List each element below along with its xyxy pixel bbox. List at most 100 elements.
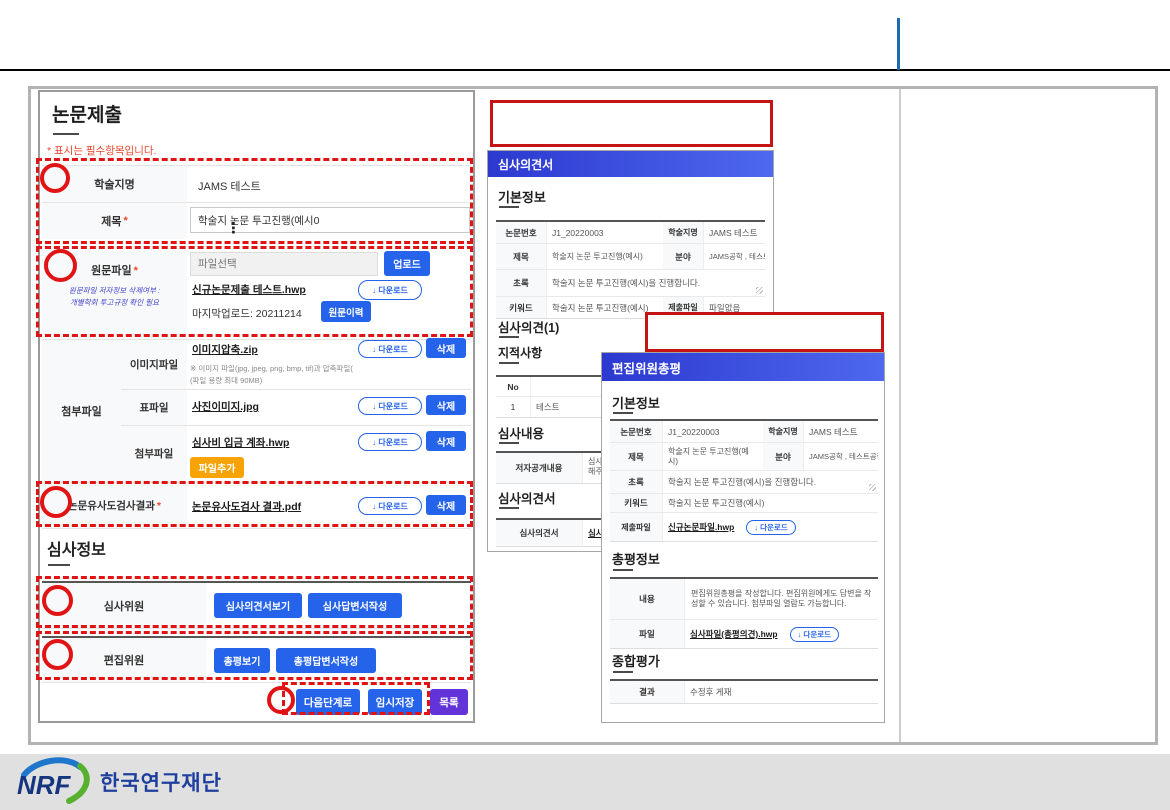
view-review-opinion-button[interactable]: 심사의견서보기	[214, 593, 302, 618]
submit-file-cell: 신규논문파일.hwp ↓ 다운로드	[663, 513, 878, 541]
required-mark: *	[157, 500, 161, 512]
submit-file-link[interactable]: 신규논문파일.hwp	[668, 521, 734, 533]
image-file-link[interactable]: 이미지압축.zip	[192, 342, 258, 357]
section-underline	[499, 442, 519, 444]
temp-save-button[interactable]: 임시저장	[368, 689, 422, 715]
download-button[interactable]: ↓ 다운로드	[358, 433, 422, 451]
paper-no-label: 논문번호	[610, 421, 663, 442]
delete-button[interactable]: 삭제	[426, 495, 466, 515]
nrf-logo-mark: NRF	[14, 757, 96, 807]
download-button[interactable]: ↓ 다운로드	[358, 280, 422, 300]
delete-button[interactable]: 삭제	[426, 338, 466, 358]
review-content-title: 심사내용	[498, 423, 544, 442]
eval-result-value: 수정후 게재	[685, 681, 878, 703]
review-info-title: 심사정보	[47, 536, 106, 560]
table-file-label: 표파일	[121, 389, 187, 425]
field-label: 분야	[663, 244, 704, 269]
abstract-value-cell: 학술지 논문 투고진행(예시)을 진행합니다.	[663, 471, 878, 493]
basic-info-table: 논문번호 J1_20220003 학술지명 JAMS 테스트 제목 학술지 논문…	[610, 419, 878, 542]
write-review-reply-button[interactable]: 심사답변서작성	[308, 593, 402, 618]
download-button[interactable]: ↓ 다운로드	[358, 397, 422, 415]
basic-info-title: 기본정보	[612, 393, 660, 412]
delete-button[interactable]: 삭제	[426, 431, 466, 451]
download-button[interactable]: ↓ 다운로드	[746, 520, 795, 535]
table-row: 제목 학술지 논문 투고진행(예시) 분야 JAMS공학 , 테스트공학	[496, 244, 765, 270]
abstract-value: 학술지 논문 투고진행(예시)을 진행합니다.	[552, 277, 700, 289]
last-upload-date: 마지막업로드: 20211214	[192, 306, 302, 321]
opinion-doc-label: 심사의견서	[496, 520, 583, 546]
opinion-doc-title: 심사의견서	[498, 488, 556, 507]
attach-file-link[interactable]: 심사비 입금 계좌.hwp	[192, 435, 289, 450]
original-file-note-line1: 원문파일 저자정보 삭제여부 :	[46, 285, 183, 296]
table-file-link[interactable]: 사진이미지.jpg	[192, 399, 259, 414]
keyword-label: 키워드	[610, 494, 663, 512]
image-note-line1: ※ 이미지 파일(jpg, jpeg, png, bmp, tif)과 압축파일…	[190, 363, 353, 374]
row-divider	[42, 528, 471, 529]
title-underline	[53, 133, 79, 135]
add-file-button[interactable]: 파일추가	[190, 457, 244, 478]
page-title: 논문제출	[52, 100, 122, 127]
delete-button[interactable]: 삭제	[426, 395, 466, 415]
editor-review-popup: 편집위원총평 기본정보 논문번호 J1_20220003 학술지명 JAMS 테…	[601, 352, 885, 723]
write-summary-reply-button[interactable]: 총평답변서작성	[276, 648, 376, 673]
section-underline	[499, 336, 519, 338]
abstract-label: 초록	[610, 471, 663, 493]
original-history-button[interactable]: 원문이력	[321, 301, 371, 322]
summary-file-label: 파일	[610, 620, 685, 648]
original-file-link[interactable]: 신규논문제출 테스트.hwp	[192, 282, 306, 297]
editor-review-header: 편집위원총평	[602, 353, 884, 381]
issues-title: 지적사항	[498, 344, 542, 361]
callout-box-right	[645, 312, 884, 352]
abstract-label: 초록	[496, 270, 547, 296]
table-row: 내용 편집위원총평을 작성합니다. 편집위원에게도 답변을 작성할 수 있습니다…	[610, 579, 878, 620]
logo-nrf-text: NRF	[17, 770, 72, 800]
table-row: 파일 심사파일(총평의견).hwp ↓ 다운로드	[610, 620, 878, 648]
attach-file-label: 첨부파일	[121, 425, 187, 482]
journal-value: JAMS 테스트	[704, 222, 765, 243]
similarity-file-link[interactable]: 논문유사도검사 결과.pdf	[192, 499, 301, 514]
summary-file-cell: 심사파일(총평의견).hwp ↓ 다운로드	[685, 620, 878, 648]
journal-label: 학술지명	[763, 421, 804, 442]
resize-handle-icon	[756, 287, 763, 294]
keyword-label: 키워드	[496, 297, 547, 318]
field-label: 분야	[763, 443, 804, 470]
opinion-count-title: 심사의견(1)	[498, 317, 559, 336]
summary-file-link[interactable]: 심사파일(총평의견).hwp	[690, 628, 778, 640]
field-value: JAMS공학 , 테스트공학	[804, 443, 878, 470]
table-row: 키워드 학술지 논문 투고진행(예시)	[610, 494, 878, 513]
section-underline	[499, 362, 519, 364]
required-mark: *	[134, 265, 138, 277]
section-underline	[613, 412, 633, 414]
next-step-button[interactable]: 다음단계로	[296, 689, 360, 715]
summary-info-table: 내용 편집위원총평을 작성합니다. 편집위원에게도 답변을 작성할 수 있습니다…	[610, 577, 878, 649]
similarity-label-cell: 논문유사도검사결과*	[42, 483, 187, 528]
section-underline	[613, 671, 633, 673]
row-divider	[121, 425, 471, 426]
table-row: 제목 학술지 논문 투고진행(예시) 분야 JAMS공학 , 테스트공학	[610, 443, 878, 471]
collapsed-rows-ellipsis: ⋮	[226, 219, 241, 237]
submit-file-label: 제출파일	[610, 513, 663, 541]
table-row: 제출파일 신규논문파일.hwp ↓ 다운로드	[610, 513, 878, 541]
reviewer-label: 심사위원	[42, 583, 206, 628]
section-underline	[613, 569, 633, 571]
row-divider	[121, 389, 471, 390]
file-select-input[interactable]	[190, 252, 378, 276]
view-summary-button[interactable]: 총평보기	[214, 648, 270, 673]
attach-group-label: 첨부파일	[42, 340, 121, 482]
list-button[interactable]: 목록	[430, 689, 468, 715]
title-label: 제목	[496, 244, 547, 269]
download-button[interactable]: ↓ 다운로드	[358, 497, 422, 515]
summary-content-value: 편집위원총평을 작성합니다. 편집위원에게도 답변을 작성할 수 있습니다. 첨…	[685, 579, 878, 619]
download-button[interactable]: ↓ 다운로드	[358, 340, 422, 358]
abstract-value-cell: 학술지 논문 투고진행(예시)을 진행합니다.	[547, 270, 765, 296]
title-value: 학술지 논문 투고진행(예시)	[547, 244, 663, 269]
summary-content-label: 내용	[610, 579, 685, 619]
row-divider	[42, 682, 471, 683]
paper-submission-panel: 논문제출 * 표시는 필수항목입니다. 학술지명 JAMS 테스트 제목* ⋮ …	[38, 90, 475, 723]
similarity-label: 논문유사도검사결과	[68, 498, 155, 513]
table-row: 논문번호 J1_20220003 학술지명 JAMS 테스트	[610, 421, 878, 443]
overall-eval-table: 결과 수정후 게재	[610, 679, 878, 704]
journal-value: JAMS 테스트	[804, 421, 878, 442]
download-button[interactable]: ↓ 다운로드	[790, 627, 839, 642]
upload-button[interactable]: 업로드	[384, 251, 430, 276]
